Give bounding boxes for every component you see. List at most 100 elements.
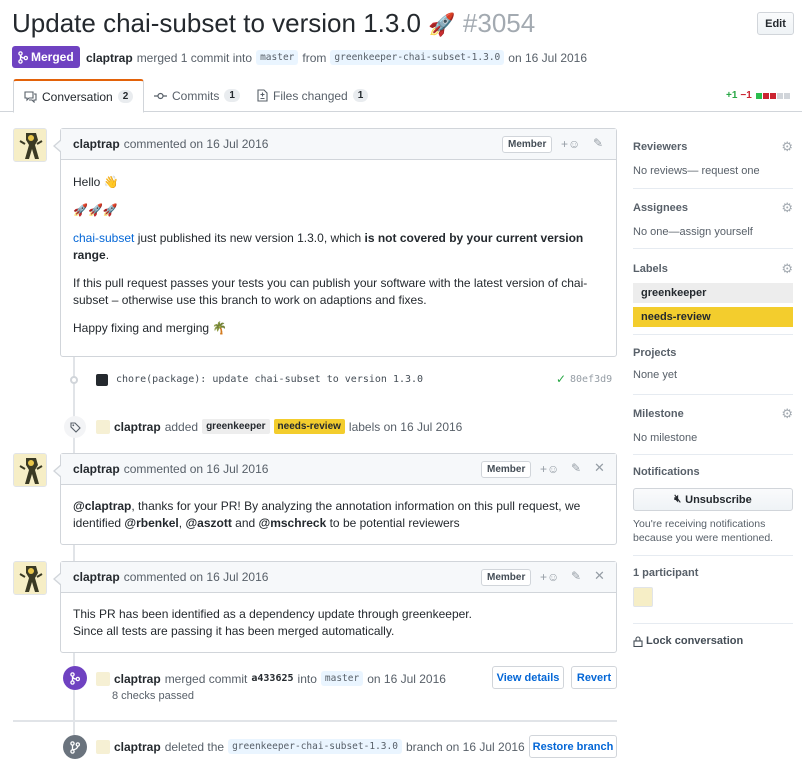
sidebar-heading[interactable]: Labels [633, 263, 668, 275]
close-icon[interactable]: ✕ [594, 568, 605, 584]
label-greenkeeper[interactable]: greenkeeper [202, 419, 270, 434]
participant-avatar[interactable] [633, 587, 653, 607]
mini-avatar[interactable] [96, 671, 110, 686]
tab-commits[interactable]: Commits 1 [144, 79, 250, 112]
gear-icon[interactable]: ⚙ [781, 200, 793, 216]
label-needs-review[interactable]: needs-review [273, 419, 345, 434]
edit-button[interactable]: Edit [757, 12, 794, 35]
gear-icon[interactable]: ⚙ [781, 139, 793, 155]
comment-meta[interactable]: commented on 16 Jul 2016 [124, 137, 269, 151]
state-badge: Merged [12, 46, 80, 68]
commit-sha[interactable]: 80ef3d9 [570, 374, 612, 385]
diffstat-block [755, 92, 762, 99]
sidebar-heading[interactable]: Assignees [633, 202, 688, 214]
tab-count: 1 [352, 89, 369, 102]
comment-author[interactable]: claptrap [73, 137, 120, 151]
add-reaction-icon[interactable]: +☺ [540, 570, 559, 584]
sidebar-notifications: Notifications 🔇︎ Unsubscribe You're recei… [633, 466, 793, 545]
restore-branch-button[interactable]: Restore branch [529, 735, 617, 758]
commit-icon [154, 92, 167, 99]
event-author[interactable]: claptrap [114, 420, 161, 434]
lock-conversation[interactable]: Lock conversation [633, 635, 793, 647]
comment-text: to be potential reviewers [326, 516, 460, 530]
commit-message[interactable]: chore(package): update chai-subset to ve… [116, 374, 423, 385]
view-details-button[interactable]: View details [492, 666, 564, 689]
sidebar-divider [633, 454, 793, 455]
palm-emoji: 🌴 [212, 321, 228, 335]
merge-branch[interactable]: master [320, 671, 364, 686]
add-reaction-icon[interactable]: +☺ [561, 137, 580, 151]
meta-author[interactable]: claptrap [86, 51, 133, 65]
gear-icon[interactable]: ⚙ [781, 261, 793, 277]
merge-icon [18, 50, 28, 64]
diff-additions: +1 [726, 90, 738, 101]
timeline-divider [13, 720, 617, 722]
sidebar-label-needs-review[interactable]: needs-review [633, 307, 793, 327]
event-author[interactable]: claptrap [114, 740, 161, 754]
comment-icon [24, 90, 37, 103]
tag-icon [64, 416, 86, 438]
member-badge: Member [481, 569, 532, 586]
rockets-emoji: 🚀🚀🚀 [73, 203, 118, 217]
sidebar-value[interactable]: No one—assign yourself [633, 226, 793, 238]
pr-meta: claptrap merged 1 commit into master fro… [86, 50, 587, 65]
base-branch[interactable]: master [256, 50, 299, 65]
sidebar-heading[interactable]: Reviewers [633, 141, 687, 153]
comment-card: claptrap commented on 16 Jul 2016 Member… [53, 453, 617, 545]
comment-author[interactable]: claptrap [73, 462, 120, 476]
mention[interactable]: @rbenkel [124, 516, 178, 530]
comment-body: Hello 👋 🚀🚀🚀 chai-subset just published i… [61, 160, 616, 349]
comment-body: This PR has been identified as a depende… [61, 593, 616, 652]
gear-icon[interactable]: ⚙ [781, 406, 793, 422]
comment-meta[interactable]: commented on 16 Jul 2016 [124, 462, 269, 476]
sidebar-heading[interactable]: Milestone [633, 408, 684, 420]
sidebar-heading[interactable]: Projects [633, 347, 676, 359]
edit-pencil-icon[interactable]: ✎ [593, 136, 603, 150]
mini-avatar[interactable] [96, 419, 110, 434]
tab-files-changed[interactable]: Files changed 1 [247, 79, 378, 112]
pr-title: Update chai-subset to version 1.3.0 🚀 #3… [12, 8, 535, 39]
add-reaction-icon[interactable]: +☺ [540, 462, 559, 476]
unsubscribe-button[interactable]: 🔇︎ Unsubscribe [633, 488, 793, 511]
head-branch[interactable]: greenkeeper-chai-subset-1.3.0 [330, 50, 505, 65]
merge-sha[interactable]: a433625 [251, 673, 293, 684]
comment-meta[interactable]: commented on 16 Jul 2016 [124, 570, 269, 584]
mini-avatar[interactable] [96, 739, 110, 754]
edit-pencil-icon[interactable]: ✎ [571, 569, 581, 583]
edit-pencil-icon[interactable]: ✎ [571, 461, 581, 475]
avatar[interactable] [13, 128, 47, 162]
avatar[interactable] [13, 453, 47, 487]
comment-author[interactable]: claptrap [73, 570, 120, 584]
file-diff-icon [257, 89, 268, 102]
state-label: Merged [31, 50, 74, 64]
mention[interactable]: @aszott [185, 516, 231, 530]
event-text: on 16 Jul 2016 [367, 671, 446, 686]
revert-button[interactable]: Revert [571, 666, 617, 689]
chai-subset-link[interactable]: chai-subset [73, 231, 134, 245]
unsubscribe-label: Unsubscribe [685, 493, 752, 506]
event-suffix: labels on 16 Jul 2016 [348, 419, 463, 434]
commit-avatar [96, 374, 108, 386]
comment-paragraph-2: If this pull request passes your tests y… [73, 276, 588, 307]
mention[interactable]: @mschreck [259, 516, 327, 530]
close-icon[interactable]: ✕ [594, 460, 605, 476]
event-author[interactable]: claptrap [114, 672, 161, 686]
comment-card: claptrap commented on 16 Jul 2016 Member… [53, 128, 617, 357]
sidebar-label-greenkeeper[interactable]: greenkeeper [633, 283, 793, 303]
check-icon[interactable]: ✓ [556, 372, 566, 386]
sidebar-value[interactable]: No reviews— request one [633, 165, 793, 177]
sidebar-reviewers: Reviewers ⚙ No reviews— request one [633, 139, 793, 177]
deleted-branch[interactable]: greenkeeper-chai-subset-1.3.0 [228, 739, 402, 754]
diffstat-block [762, 92, 769, 99]
mention[interactable]: @claptrap [73, 499, 131, 513]
event-action: added [164, 419, 199, 434]
notification-reason: You're receiving notifications because y… [633, 518, 774, 544]
meta-text1: merged 1 commit into [136, 50, 253, 65]
comment-body: @claptrap, thanks for your PR! By analyz… [61, 485, 616, 544]
comment-header: claptrap commented on 16 Jul 2016 Member… [53, 454, 616, 485]
tab-conversation[interactable]: Conversation 2 [13, 79, 145, 113]
wave-emoji: 👋 [103, 175, 119, 189]
avatar[interactable] [13, 561, 47, 595]
comment-card: claptrap commented on 16 Jul 2016 Member… [53, 561, 617, 653]
sidebar-milestone: Milestone ⚙ No milestone [633, 406, 793, 444]
